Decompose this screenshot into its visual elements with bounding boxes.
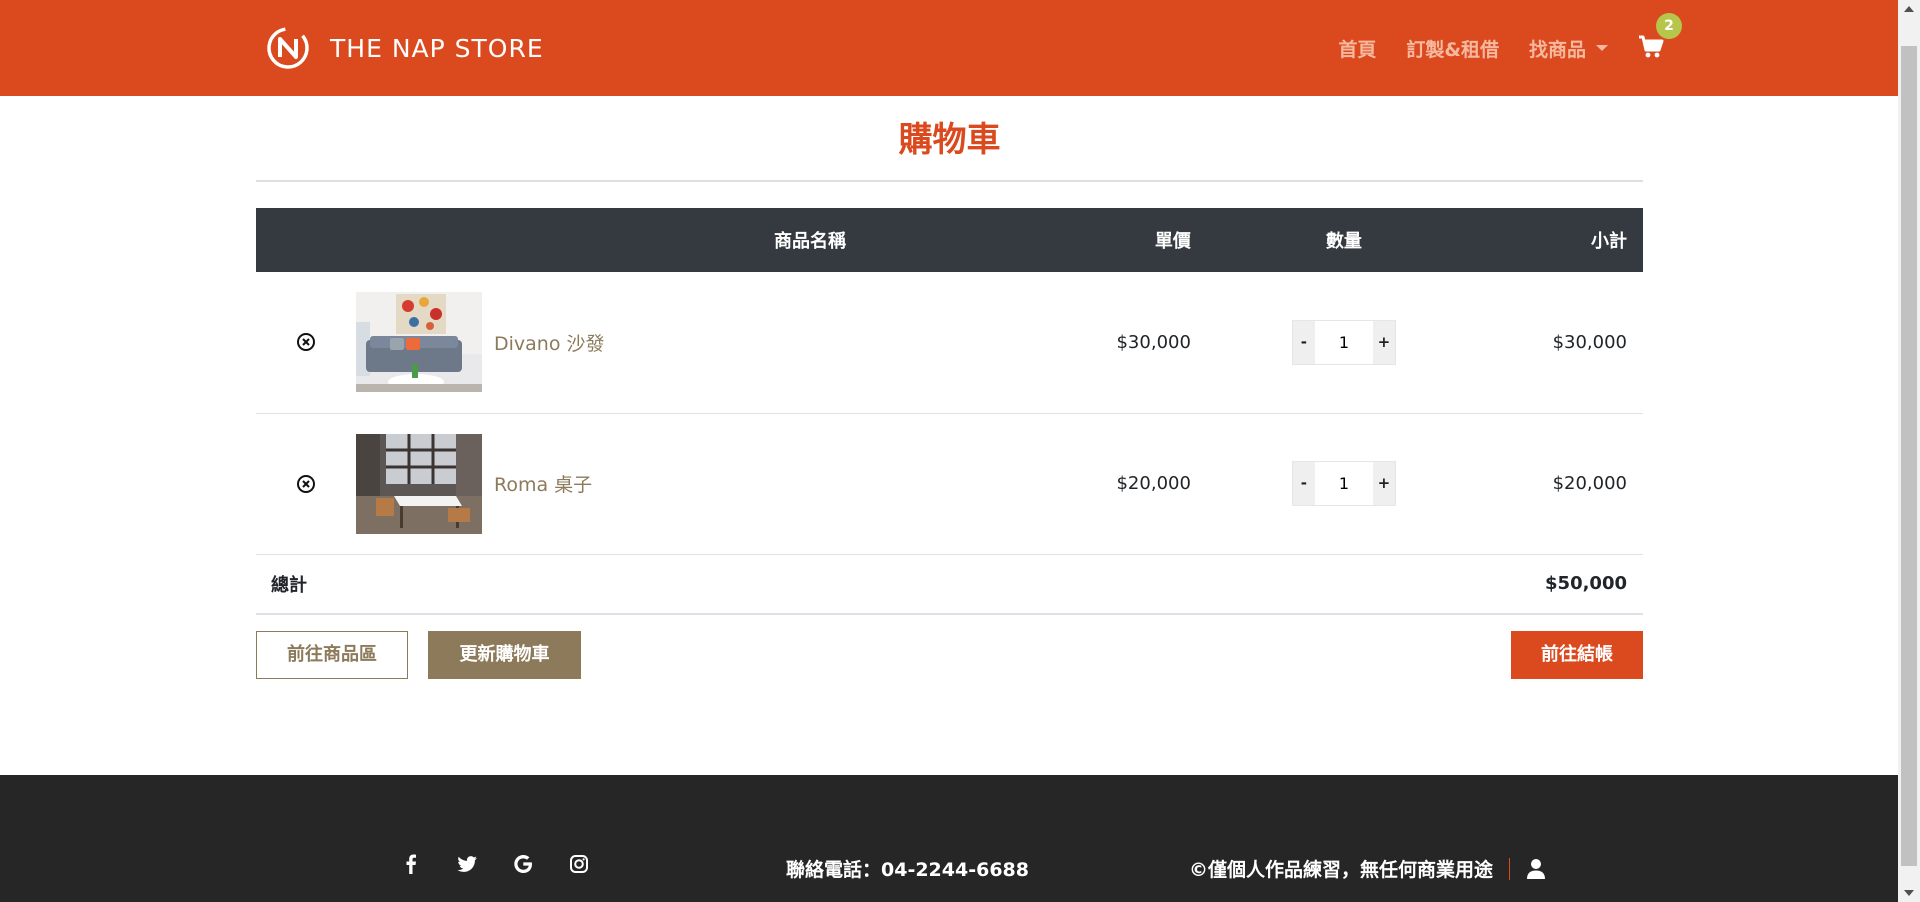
nav-products-label: 找商品 — [1528, 38, 1586, 61]
header-remove — [256, 208, 356, 272]
instagram-icon[interactable] — [568, 853, 590, 875]
title-divider — [256, 180, 1643, 182]
cart-actions: 前往商品區 更新購物車 前往結帳 — [256, 631, 1643, 679]
total-value: $50,000 — [1545, 573, 1627, 595]
contact-phone: 聯絡電話：04-2244-6688 — [786, 859, 1029, 881]
increase-qty-button[interactable]: + — [1372, 462, 1395, 505]
remove-cell — [256, 272, 356, 413]
quantity-cell: - + — [1197, 272, 1491, 413]
decrease-qty-button[interactable]: - — [1292, 320, 1315, 364]
twitter-icon[interactable] — [456, 853, 478, 875]
nav-home[interactable]: 首頁 — [1338, 35, 1376, 62]
google-icon[interactable] — [512, 853, 534, 875]
quantity-cell: - + — [1197, 413, 1491, 554]
nav-custom-rental[interactable]: 訂製&租借 — [1406, 35, 1499, 62]
caret-down-icon — [1596, 45, 1608, 51]
brand-name: THE NAP STORE — [330, 33, 544, 63]
line-subtotal: $20,000 — [1552, 473, 1627, 494]
table-row: Divano 沙發 $30,000 - + $30,000 — [256, 272, 1643, 413]
total-label: 總計 — [271, 574, 307, 596]
social-links — [400, 853, 624, 875]
decrease-qty-button[interactable]: - — [1292, 462, 1315, 505]
footer-divider — [1509, 857, 1511, 880]
shopping-cart-icon — [1639, 35, 1664, 58]
scrollbar-thumb[interactable] — [1901, 46, 1917, 866]
copyright-text: ©僅個人作品練習，無任何商業用途 — [1189, 859, 1494, 881]
cart-button[interactable]: 2 — [1638, 13, 1682, 61]
user-icon[interactable] — [1526, 858, 1546, 880]
copyright-group: ©僅個人作品練習，無任何商業用途 — [1189, 855, 1546, 882]
remove-item-icon[interactable] — [295, 331, 317, 353]
table-row: Roma 桌子 $20,000 - + $20,000 — [256, 413, 1643, 554]
header-subtotal: 小計 — [1591, 231, 1627, 252]
header-thumb — [356, 208, 482, 272]
page-title: 購物車 — [898, 120, 1001, 160]
unit-price: $30,000 — [1116, 331, 1191, 353]
quantity-input[interactable] — [1314, 320, 1373, 364]
remove-cell — [256, 413, 356, 554]
header-price: 單價 — [1154, 231, 1191, 252]
nav-products-dropdown[interactable]: 找商品 — [1529, 35, 1608, 62]
product-image-sofa[interactable] — [356, 292, 482, 393]
nav-menu: 首頁 訂製&租借 找商品 2 — [1308, 0, 1682, 96]
thumb-cell — [356, 413, 482, 554]
cart-table: 商品名稱 單價 數量 小計 Divano 沙發 $30,000 - 1 + $3… — [256, 208, 1643, 615]
unit-price: $20,000 — [1116, 473, 1191, 494]
footer: 聯絡電話：04-2244-6688 ©僅個人作品練習，無任何商業用途 — [0, 775, 1898, 902]
quantity-stepper: - + — [1291, 319, 1396, 365]
quantity-input[interactable] — [1314, 462, 1373, 505]
header-quantity: 數量 — [1325, 231, 1362, 252]
scroll-down-arrow-icon[interactable] — [1904, 890, 1914, 896]
increase-qty-button[interactable]: + — [1372, 320, 1395, 364]
total-row: 總計 $50,000 — [256, 554, 1643, 614]
header-name: 商品名稱 — [774, 231, 846, 252]
line-subtotal: $30,000 — [1552, 331, 1627, 353]
brand-link[interactable]: THE NAP STORE — [266, 26, 544, 70]
thumb-cell — [356, 272, 482, 413]
table-header: 商品名稱 單價 數量 小計 — [256, 208, 1643, 272]
brand-logo-icon — [267, 27, 309, 69]
product-name[interactable]: Divano 沙發 — [482, 272, 1047, 413]
cart-count-badge: 2 — [1656, 13, 1682, 39]
remove-item-icon[interactable] — [295, 473, 317, 495]
facebook-icon[interactable] — [400, 853, 422, 875]
scroll-up-arrow-icon[interactable] — [1904, 6, 1914, 12]
product-name[interactable]: Roma 桌子 — [482, 413, 1047, 554]
navbar: THE NAP STORE 首頁 訂製&租借 找商品 2 — [0, 0, 1898, 96]
quantity-stepper: - + — [1291, 461, 1396, 506]
product-image-table[interactable] — [356, 433, 482, 534]
page-scrollbar[interactable] — [1898, 0, 1920, 902]
checkout-button[interactable]: 前往結帳 — [1511, 631, 1643, 679]
update-cart-button[interactable]: 更新購物車 — [428, 631, 581, 679]
continue-shopping-button[interactable]: 前往商品區 — [256, 631, 408, 679]
cart-page: 購物車 商品名稱 單價 數量 小計 Divano 沙發 $30,000 - 1 … — [256, 96, 1643, 679]
